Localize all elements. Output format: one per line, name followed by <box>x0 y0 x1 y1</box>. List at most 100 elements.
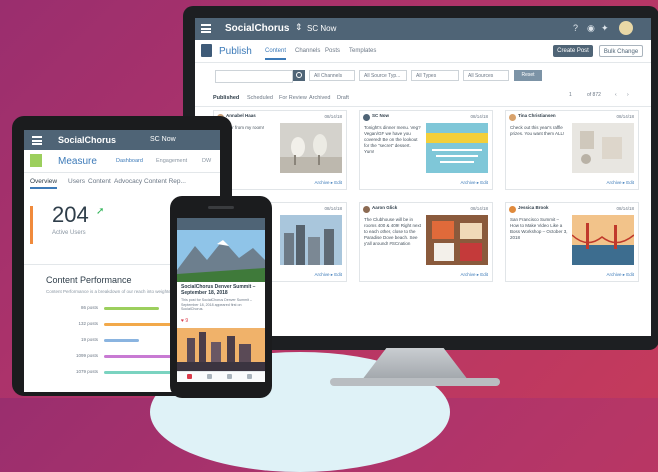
post-date: 08/14/18 <box>470 114 488 119</box>
author-name: SC Now <box>372 113 390 118</box>
avatar <box>509 206 516 213</box>
tab-advocacy[interactable]: Advocacy <box>114 178 142 185</box>
archive-edit-links[interactable]: Archive ▸ Edit <box>314 272 342 278</box>
bottom-nav <box>177 371 265 382</box>
row-label: 132 posts <box>78 321 98 326</box>
author-name: Tina Christiansen <box>518 113 556 118</box>
post-card[interactable]: Tina Christiansen 08/14/18 Check out thi… <box>505 110 639 190</box>
tablet-top-bar: SocialChorus SC Now <box>24 130 220 150</box>
bulk-change-button[interactable]: Bulk Change <box>599 45 643 57</box>
row-bar <box>104 307 159 310</box>
author-name: Annabel Haas <box>226 113 256 118</box>
reset-button[interactable]: Reset <box>514 70 542 81</box>
tab-content-report[interactable]: Content Rep... <box>144 178 186 185</box>
author-name: Jessica Brook <box>518 205 549 210</box>
tab-scheduled[interactable]: Scheduled <box>247 95 273 101</box>
post-date: 08/14/18 <box>324 114 342 119</box>
page-number[interactable]: 1 <box>569 92 572 98</box>
program-name[interactable]: SC Now <box>150 136 176 143</box>
post-date: 08/14/18 <box>324 206 342 211</box>
tab-posts[interactable]: Posts <box>325 48 340 54</box>
post-image <box>280 123 342 173</box>
notifications-icon[interactable]: ◉ <box>587 23 595 34</box>
prev-page-icon[interactable]: ‹ <box>615 92 617 98</box>
measure-icon <box>30 154 42 167</box>
tab-dw[interactable]: DW <box>202 158 211 164</box>
archive-edit-links[interactable]: Archive ▸ Edit <box>460 180 488 186</box>
desktop-top-bar: SocialChorus ⇕ SC Now ? ◉ ✦ <box>195 18 651 40</box>
tab-users[interactable]: Users <box>68 178 85 185</box>
brand-logo: SocialChorus <box>225 23 290 34</box>
row-bar <box>104 339 139 342</box>
post-date: 08/14/18 <box>470 206 488 211</box>
row-label: 1079 posts <box>75 369 98 374</box>
post-image <box>572 123 634 173</box>
post-grid: Annabel Haas 08/14/18 A visitor from my … <box>213 110 639 330</box>
post-card[interactable]: Jessica Brook 08/14/18 San Francisco Sum… <box>505 202 639 282</box>
publish-icon <box>201 44 212 57</box>
filter-bar: All Channels All Source Typ... All Types… <box>195 66 651 88</box>
sources-dropdown[interactable]: All Sources <box>463 70 509 81</box>
phone-speaker <box>208 206 234 209</box>
search-icon[interactable] <box>293 70 305 81</box>
post-image <box>572 215 634 265</box>
trend-up-icon: ➚ <box>96 206 105 217</box>
post-text: The Clubhouse will be in rooms 400 & 409… <box>364 217 422 246</box>
menu-icon[interactable] <box>32 136 42 145</box>
post-text: Tonight's dinner menu. Veg?Vegan/GF we h… <box>364 125 421 154</box>
post-image <box>426 123 488 173</box>
status-tabs: Published Scheduled For Review Archived … <box>195 92 651 107</box>
row-label: 19 posts <box>80 337 98 342</box>
post-card[interactable]: SC Now 08/14/18 Tonight's dinner menu. V… <box>359 110 493 190</box>
search-icon[interactable] <box>207 374 212 379</box>
bookmark-icon[interactable] <box>227 374 232 379</box>
post-image <box>177 230 265 282</box>
tab-content[interactable]: Content <box>88 178 111 185</box>
avatar[interactable] <box>619 21 633 35</box>
create-post-button[interactable]: Create Post <box>553 45 593 57</box>
search-input[interactable] <box>215 70 293 83</box>
next-page-icon[interactable]: › <box>627 92 629 98</box>
archive-edit-links[interactable]: Archive ▸ Edit <box>314 180 342 186</box>
row-label: 1099 posts <box>75 353 98 358</box>
stat-label: Active Users <box>52 230 86 236</box>
tab-engagement[interactable]: Engagement <box>156 158 187 164</box>
tab-for-review[interactable]: For Review <box>279 95 307 101</box>
types-dropdown[interactable]: All Types <box>411 70 459 81</box>
archive-edit-links[interactable]: Archive ▸ Edit <box>460 272 488 278</box>
post-text: San Francisco Summit – How to Make Video… <box>510 217 568 240</box>
archive-edit-links[interactable]: Archive ▸ Edit <box>606 272 634 278</box>
row-bar <box>104 323 174 326</box>
tab-archived[interactable]: Archived <box>309 95 330 101</box>
tab-published[interactable]: Published <box>213 95 239 101</box>
tab-dashboard[interactable]: Dashboard <box>116 158 143 164</box>
home-icon[interactable] <box>187 374 192 379</box>
phone-device: SocialChorus Denver Summit – September 1… <box>170 196 272 398</box>
row-label: 86 posts <box>80 305 98 310</box>
post-card[interactable]: Aaron Glick 08/14/18 The Clubhouse will … <box>359 202 493 282</box>
settings-icon[interactable]: ✦ <box>601 23 609 34</box>
avatar <box>363 206 370 213</box>
tab-overview[interactable]: Overview <box>30 178 58 189</box>
program-name[interactable]: SC Now <box>307 24 336 33</box>
post-card[interactable]: Annabel Haas 08/14/18 A visitor from my … <box>213 110 347 190</box>
profile-icon[interactable] <box>247 374 252 379</box>
tab-templates[interactable]: Templates <box>349 48 376 54</box>
like-count[interactable]: ♥ 9 <box>181 318 188 324</box>
measure-header: Measure Dashboard Engagement DW <box>24 150 220 173</box>
post-text: Check out this year's raffle prizes. You… <box>510 125 565 136</box>
channels-dropdown[interactable]: All Channels <box>309 70 355 81</box>
source-type-dropdown[interactable]: All Source Typ... <box>359 70 407 81</box>
program-switch-icon[interactable]: ⇕ <box>295 22 303 33</box>
tab-draft[interactable]: Draft <box>337 95 349 101</box>
post-image <box>426 215 488 265</box>
publish-header: Publish Content Channels Posts Templates… <box>195 40 651 63</box>
menu-icon[interactable] <box>201 24 211 33</box>
stat-value: 204 <box>52 202 89 227</box>
tab-channels[interactable]: Channels <box>295 48 320 54</box>
post-title[interactable]: SocialChorus Denver Summit – September 1… <box>181 284 261 296</box>
panel-title: Content Performance <box>46 275 132 285</box>
tab-content[interactable]: Content <box>265 48 287 60</box>
help-icon[interactable]: ? <box>573 23 578 33</box>
archive-edit-links[interactable]: Archive ▸ Edit <box>606 180 634 186</box>
